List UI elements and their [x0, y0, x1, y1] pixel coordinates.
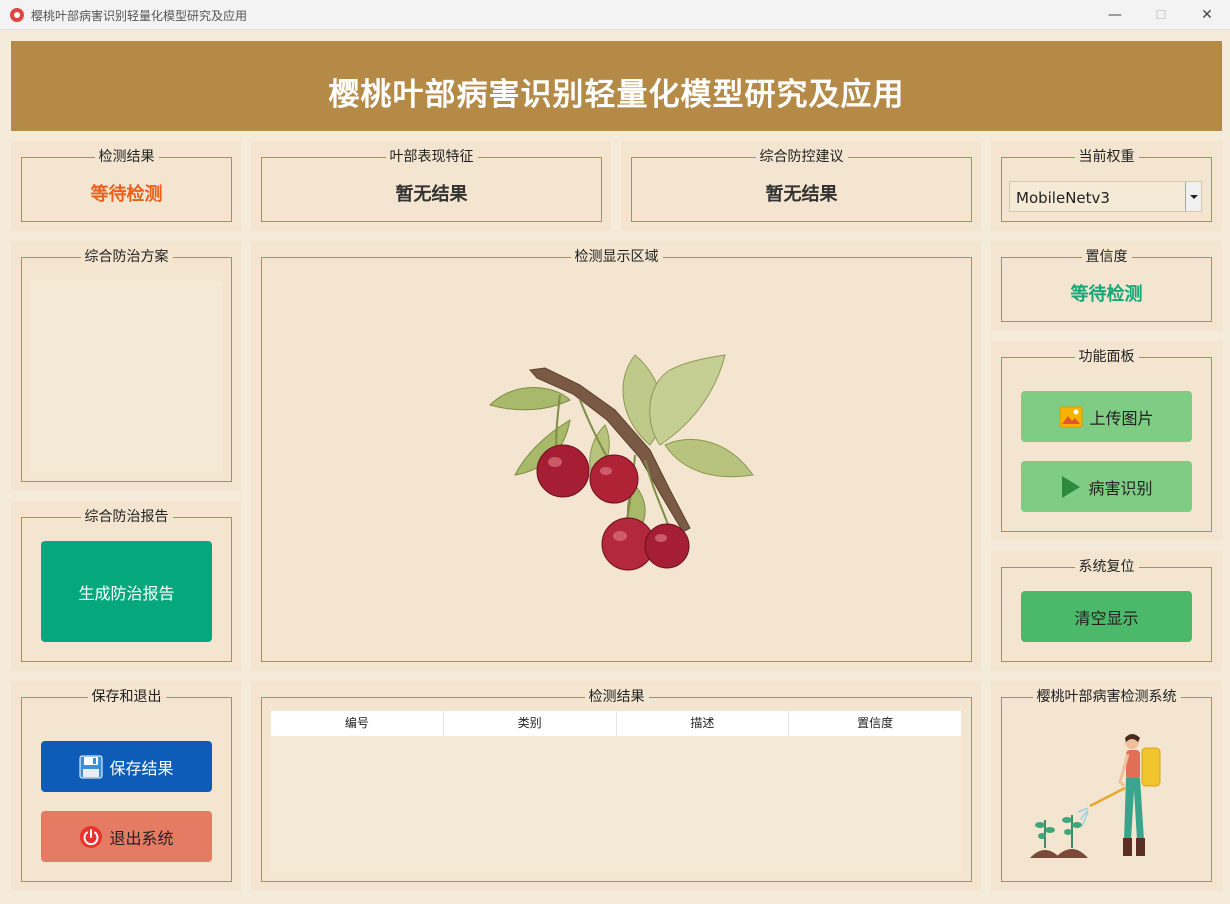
exit-system-button[interactable]: 退出系统 [41, 811, 212, 862]
control-advice-panel: 综合防控建议 暂无结果 [621, 141, 981, 231]
column-header-description[interactable]: 描述 [617, 711, 790, 736]
minimize-button[interactable]: — [1092, 0, 1138, 30]
display-label: 检测显示区域 [570, 249, 663, 265]
close-button[interactable]: ✕ [1184, 0, 1230, 30]
window-title: 樱桃叶部病害识别轻量化模型研究及应用 [31, 9, 248, 23]
control-advice-group: 综合防控建议 暂无结果 [631, 149, 972, 222]
save-results-label: 保存结果 [109, 758, 174, 778]
table-header: 编号 类别 描述 置信度 [271, 711, 961, 736]
confidence-value: 等待检测 [1070, 284, 1143, 305]
plan-label: 综合防治方案 [80, 249, 173, 265]
results-table-label: 检测结果 [584, 689, 649, 705]
detection-result-panel: 检测结果 等待检测 [11, 141, 241, 231]
image-icon [1059, 406, 1083, 427]
leaf-features-panel: 叶部表现特征 暂无结果 [251, 141, 611, 231]
confidence-label: 置信度 [1081, 249, 1132, 265]
window-titlebar: 樱桃叶部病害识别轻量化模型研究及应用 — ☐ ✕ [0, 0, 1230, 30]
cherry-illustration [489, 354, 754, 571]
save-exit-label: 保存和退出 [87, 689, 166, 705]
leaf-features-label: 叶部表现特征 [385, 149, 478, 165]
identify-disease-label: 病害识别 [1088, 478, 1153, 498]
clear-display-button[interactable]: 清空显示 [1021, 591, 1192, 642]
column-header-category[interactable]: 类别 [444, 711, 617, 736]
generate-report-button[interactable]: 生成防治报告 [41, 541, 212, 642]
exit-system-label: 退出系统 [109, 828, 174, 848]
header-banner: 樱桃叶部病害识别轻量化模型研究及应用 [11, 41, 1222, 131]
functions-label: 功能面板 [1074, 349, 1139, 365]
floppy-disk-icon [79, 755, 103, 778]
identify-disease-button[interactable]: 病害识别 [1021, 461, 1192, 512]
confidence-group: 置信度 等待检测 [1001, 249, 1212, 322]
page-title: 樱桃叶部病害识别轻量化模型研究及应用 [328, 77, 905, 113]
confidence-panel: 置信度 等待检测 [991, 241, 1222, 331]
weights-select[interactable]: MobileNetv3 [1009, 181, 1202, 212]
clear-display-label: 清空显示 [1074, 608, 1139, 628]
generate-report-label: 生成防治报告 [78, 583, 175, 603]
detection-result-label: 检测结果 [94, 149, 159, 165]
control-advice-label: 综合防控建议 [755, 149, 848, 165]
weights-label: 当前权重 [1074, 149, 1139, 165]
upload-image-label: 上传图片 [1089, 408, 1154, 428]
results-table[interactable]: 编号 类别 描述 置信度 [271, 711, 961, 871]
chevron-down-icon[interactable] [1185, 182, 1201, 211]
detection-result-group: 检测结果 等待检测 [21, 149, 232, 222]
save-results-button[interactable]: 保存结果 [41, 741, 212, 792]
column-header-confidence[interactable]: 置信度 [789, 711, 961, 736]
reset-label: 系统复位 [1074, 559, 1139, 575]
app-icon [10, 8, 24, 22]
leaf-features-group: 叶部表现特征 暂无结果 [261, 149, 602, 222]
weights-selected-value: MobileNetv3 [1016, 189, 1110, 207]
column-header-id[interactable]: 编号 [271, 711, 444, 736]
system-label: 樱桃叶部病害检测系统 [1032, 689, 1181, 705]
leaf-features-value: 暂无结果 [395, 184, 468, 205]
farmer-spraying-illustration [1030, 734, 1161, 858]
report-label: 综合防治报告 [80, 509, 173, 525]
power-icon [80, 825, 103, 848]
upload-image-button[interactable]: 上传图片 [1021, 391, 1192, 442]
play-icon [1062, 475, 1081, 498]
maximize-button[interactable]: ☐ [1138, 0, 1184, 30]
detection-result-value: 等待检测 [90, 184, 163, 205]
plan-text-area[interactable] [31, 281, 222, 472]
control-advice-value: 暂无结果 [765, 184, 838, 205]
